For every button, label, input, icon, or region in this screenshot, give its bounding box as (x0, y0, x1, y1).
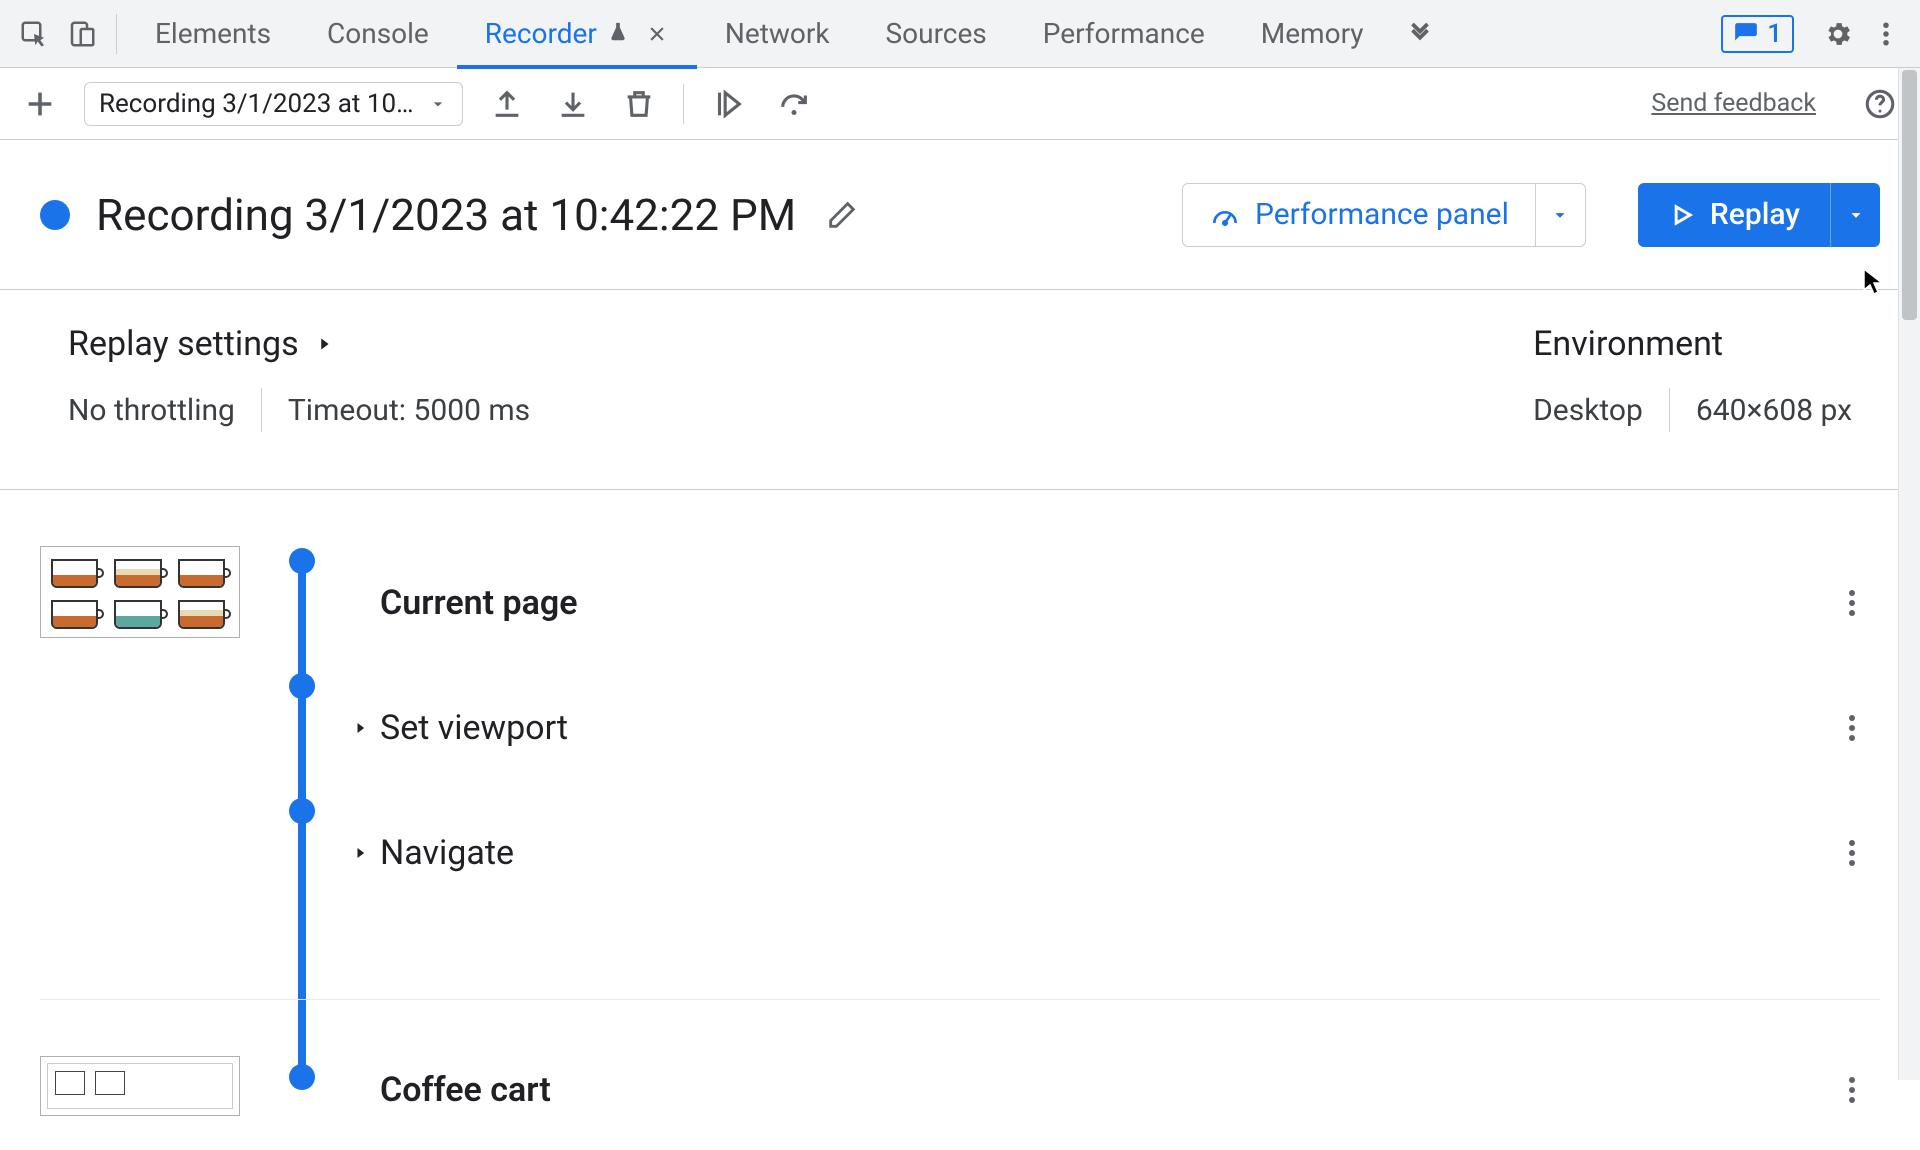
step-set-viewport[interactable]: Set viewport (340, 665, 1880, 790)
performance-panel-button: Performance panel (1182, 183, 1586, 247)
recording-title: Recording 3/1/2023 at 10:42:22 PM (96, 189, 796, 241)
step-group: Coffee cart (40, 1000, 1880, 1150)
recording-select[interactable]: Recording 3/1/2023 at 10… (84, 82, 463, 126)
step-over-icon[interactable] (772, 82, 816, 126)
step-label: Current page (380, 583, 578, 623)
step-more-icon[interactable] (1832, 1070, 1872, 1110)
settings-row: Replay settings No throttling Timeout: 5… (0, 290, 1920, 490)
close-icon[interactable] (645, 22, 669, 46)
chevron-down-icon (428, 94, 448, 114)
step-group: Current page Set viewport Navigate (40, 540, 1880, 1000)
step-label: Navigate (380, 833, 514, 873)
help-icon[interactable] (1858, 82, 1902, 126)
replay-main[interactable]: Replay (1638, 183, 1830, 247)
recording-select-label: Recording 3/1/2023 at 10… (99, 89, 414, 119)
delete-icon[interactable] (617, 82, 661, 126)
step-thumbnail (40, 1056, 240, 1116)
tab-network[interactable]: Network (697, 0, 858, 68)
export-icon[interactable] (551, 82, 595, 126)
issues-count: 1 (1767, 19, 1782, 49)
continue-icon[interactable] (706, 82, 750, 126)
replay-settings-heading[interactable]: Replay settings (68, 324, 530, 364)
step-more-icon[interactable] (1832, 583, 1872, 623)
import-icon[interactable] (485, 82, 529, 126)
play-icon (1668, 201, 1696, 229)
divider (1669, 388, 1670, 432)
step-thumbnail (40, 546, 240, 638)
tab-elements[interactable]: Elements (127, 0, 299, 68)
mouse-cursor (1862, 268, 1884, 296)
replay-dropdown[interactable] (1830, 183, 1880, 247)
recording-status-dot (40, 200, 70, 230)
tab-sources[interactable]: Sources (858, 0, 1015, 68)
step-label: Coffee cart (380, 1070, 551, 1110)
steps-list: Current page Set viewport Navigate (0, 490, 1920, 1150)
step-more-icon[interactable] (1832, 708, 1872, 748)
more-tabs-icon[interactable] (1392, 10, 1448, 58)
env-viewport: 640×608 px (1696, 393, 1852, 428)
experiment-icon (607, 17, 629, 50)
caret-down-icon (1845, 204, 1867, 226)
throttling-value: No throttling (68, 393, 235, 428)
replay-label: Replay (1710, 197, 1800, 232)
performance-panel-dropdown[interactable] (1535, 184, 1585, 246)
tab-console[interactable]: Console (299, 0, 457, 68)
recorder-toolbar: Recording 3/1/2023 at 10… Send feedback (0, 68, 1920, 140)
step-more-icon[interactable] (1832, 833, 1872, 873)
devtools-tabbar: Elements Console Recorder Network Source… (0, 0, 1920, 68)
performance-panel-main[interactable]: Performance panel (1183, 184, 1535, 246)
vertical-scrollbar[interactable] (1898, 68, 1920, 1080)
gauge-icon (1209, 199, 1241, 231)
scrollbar-thumb[interactable] (1902, 70, 1917, 320)
divider (261, 388, 262, 432)
divider (683, 84, 684, 124)
inspect-element-icon[interactable] (10, 10, 58, 58)
caret-down-icon (1549, 204, 1571, 226)
environment-heading: Environment (1533, 324, 1852, 364)
recording-title-row: Recording 3/1/2023 at 10:42:22 PM Perfor… (0, 140, 1920, 290)
step-navigate[interactable]: Navigate (340, 790, 1880, 915)
send-feedback-link[interactable]: Send feedback (1651, 89, 1816, 118)
tab-memory[interactable]: Memory (1233, 0, 1392, 68)
caret-right-icon (340, 718, 380, 738)
performance-panel-label: Performance panel (1255, 197, 1509, 232)
step-current-page[interactable]: Current page (340, 540, 1880, 665)
env-device: Desktop (1533, 393, 1643, 428)
step-coffee-cart[interactable]: Coffee cart (340, 1050, 1880, 1130)
tab-performance[interactable]: Performance (1015, 0, 1233, 68)
new-recording-icon[interactable] (18, 82, 62, 126)
kebab-menu-icon[interactable] (1862, 10, 1910, 58)
caret-right-icon (313, 333, 335, 355)
edit-title-icon[interactable] (822, 195, 862, 235)
timeout-value: Timeout: 5000 ms (288, 393, 530, 428)
settings-gear-icon[interactable] (1814, 10, 1862, 58)
replay-button: Replay (1638, 183, 1880, 247)
device-toolbar-icon[interactable] (58, 10, 106, 58)
issues-counter[interactable]: 1 (1721, 15, 1794, 53)
tab-recorder[interactable]: Recorder (457, 0, 697, 68)
caret-right-icon (340, 843, 380, 863)
step-label: Set viewport (380, 708, 568, 748)
